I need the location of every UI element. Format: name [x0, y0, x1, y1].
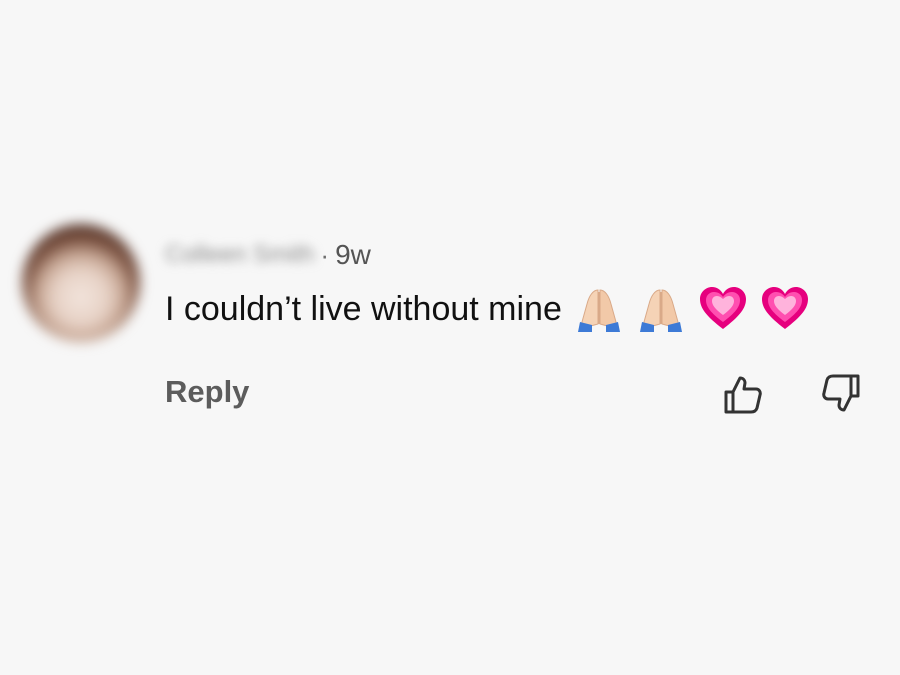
separator-dot: · — [320, 239, 330, 270]
username[interactable]: Colleen Smith — [165, 241, 314, 269]
folded-hands-icon — [577, 289, 620, 332]
folded-hands-icon — [639, 289, 682, 332]
comment-age: 9w — [335, 239, 371, 270]
avatar[interactable] — [22, 224, 140, 342]
thumbs-down-icon[interactable] — [820, 372, 864, 416]
growing-heart-icon — [699, 287, 746, 329]
reply-button[interactable]: Reply — [165, 374, 249, 410]
growing-heart-icon — [761, 287, 808, 329]
comment-text-row: I couldn’t live without mine — [165, 284, 810, 334]
comment-meta: Colleen Smith · 9w — [165, 238, 371, 272]
comment-text: I couldn’t live without mine — [165, 289, 562, 328]
thumbs-up-icon[interactable] — [720, 372, 764, 416]
comment: Colleen Smith · 9w I couldn’t live witho… — [0, 0, 900, 675]
